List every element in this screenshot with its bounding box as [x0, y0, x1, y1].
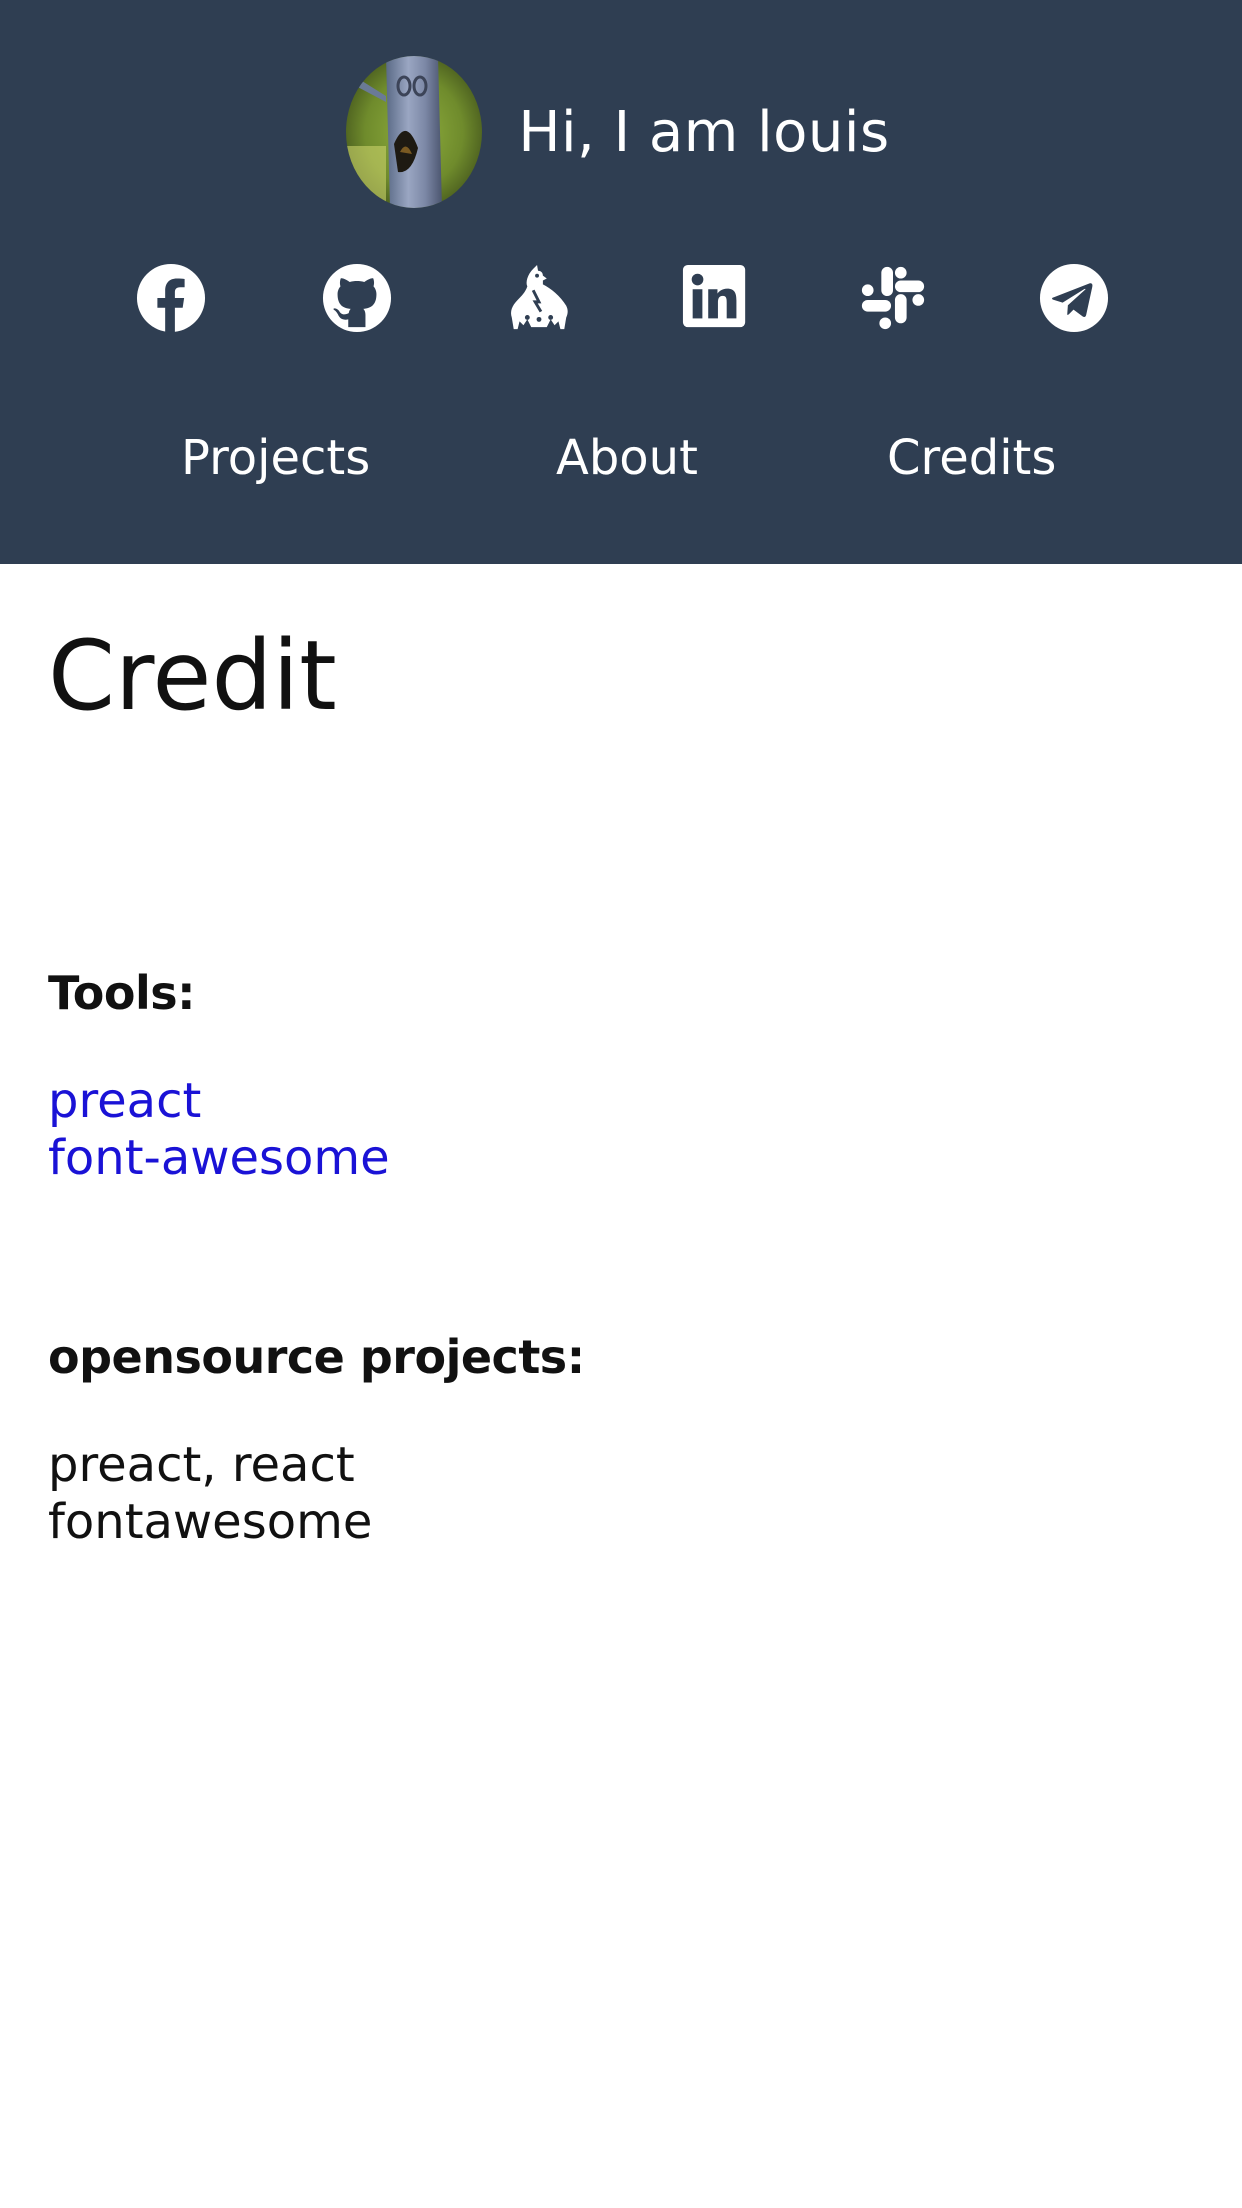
opensource-item: fontawesome — [48, 1494, 373, 1550]
tools-heading: Tools: — [48, 966, 196, 1020]
linkedin-icon — [681, 263, 751, 333]
tool-link-font-awesome[interactable]: font-awesome — [48, 1129, 390, 1187]
nav-credits[interactable]: Credits — [887, 430, 1056, 486]
telegram-link[interactable] — [1038, 262, 1110, 334]
github-icon — [322, 263, 392, 333]
opensource-item: preact, react — [48, 1437, 355, 1493]
mascot-icon — [504, 263, 574, 333]
slack-link[interactable] — [857, 262, 929, 334]
social-links — [0, 262, 1242, 334]
nav-projects[interactable]: Projects — [181, 430, 370, 486]
facebook-icon — [136, 263, 206, 333]
telegram-icon — [1039, 263, 1109, 333]
main-nav: Projects About Credits — [0, 430, 1242, 500]
site-header: Hi, I am louis Projects About Credits — [0, 0, 1242, 564]
facebook-link[interactable] — [135, 262, 207, 334]
linkedin-link[interactable] — [680, 262, 752, 334]
avatar-image — [346, 56, 483, 208]
greeting: Hi, I am louis — [518, 99, 890, 165]
profile: Hi, I am louis — [0, 56, 1242, 208]
github-link[interactable] — [321, 262, 393, 334]
slack-icon — [858, 263, 928, 333]
tool-link-preact[interactable]: preact — [48, 1072, 201, 1130]
nav-about[interactable]: About — [556, 430, 698, 486]
avatar — [346, 56, 483, 208]
opensource-heading: opensource projects: — [48, 1330, 585, 1384]
page-title: Credit — [48, 620, 337, 732]
mascot-link[interactable] — [503, 262, 575, 334]
